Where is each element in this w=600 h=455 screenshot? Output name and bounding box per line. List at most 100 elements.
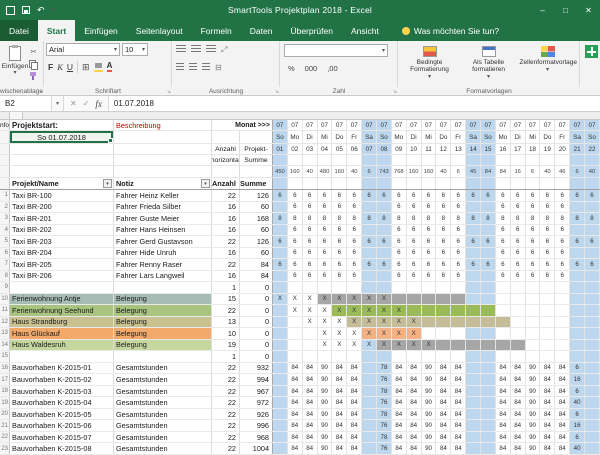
tab-formeln[interactable]: Formeln [192, 20, 241, 41]
gantt-cell[interactable]: 90 [318, 386, 333, 397]
font-color-button[interactable]: A [107, 62, 113, 72]
borders-button[interactable]: ⊞ [82, 62, 90, 73]
day-number-cell[interactable]: 05 [332, 144, 347, 154]
gantt-cell[interactable] [422, 282, 437, 293]
gantt-cell[interactable]: 84 [332, 374, 347, 385]
gantt-cell[interactable]: 6 [377, 190, 392, 201]
gantt-cell[interactable]: 90 [526, 420, 541, 431]
header-cell[interactable] [273, 155, 288, 165]
project-name-cell[interactable]: Taxi BR-203 [10, 236, 114, 247]
day-total-cell[interactable]: 6 [362, 166, 377, 177]
gantt-cell[interactable]: 6 [526, 190, 541, 201]
anzahl-cell[interactable]: 22 [212, 420, 240, 431]
row-number[interactable]: 20 [0, 409, 10, 420]
gantt-cell[interactable] [466, 317, 481, 328]
select-all-corner[interactable] [0, 112, 10, 119]
gantt-cell[interactable]: 84 [496, 443, 511, 454]
gantt-cell[interactable]: 6 [288, 225, 303, 236]
project-name-cell[interactable]: Bauvorhaben K-2015-02 [10, 374, 114, 385]
header-cell[interactable] [585, 155, 600, 165]
font-name-select[interactable]: Arial ▾ [46, 43, 120, 56]
gantt-cell[interactable] [585, 305, 600, 316]
gantt-cell[interactable] [526, 351, 541, 362]
gantt-cell[interactable] [570, 328, 585, 339]
notiz-cell[interactable]: Fahrer Hans Heinsen [114, 225, 212, 236]
gantt-cell[interactable] [570, 225, 585, 236]
header-cell[interactable] [466, 155, 481, 165]
day-name-cell[interactable]: Mo [392, 131, 407, 143]
minimize-button[interactable]: – [531, 0, 554, 20]
gantt-cell[interactable]: 84 [392, 397, 407, 408]
gantt-cell[interactable]: 6 [496, 248, 511, 259]
gantt-cell[interactable] [332, 282, 347, 293]
notiz-cell[interactable]: Fahrer Hide Unruh [114, 248, 212, 259]
gantt-cell[interactable]: 6 [288, 236, 303, 247]
gantt-cell[interactable] [585, 386, 600, 397]
gantt-cell[interactable]: 84 [332, 420, 347, 431]
gantt-cell[interactable]: 6 [526, 259, 541, 270]
day-name-cell[interactable]: So [273, 131, 288, 143]
gantt-cell[interactable]: 6 [540, 190, 555, 201]
gantt-cell[interactable]: 6 [570, 432, 585, 443]
gantt-cell[interactable] [511, 340, 526, 351]
row-number[interactable]: 7 [0, 259, 10, 270]
header-cell[interactable] [303, 178, 318, 189]
gantt-cell[interactable]: X [362, 340, 377, 351]
header-cell[interactable] [422, 178, 437, 189]
project-name-cell[interactable]: Ferienwohnung Seehund [10, 305, 114, 316]
day-number-cell[interactable]: 12 [436, 144, 451, 154]
gantt-cell[interactable]: 6 [362, 236, 377, 247]
gantt-cell[interactable]: 8 [318, 213, 333, 224]
gantt-cell[interactable] [481, 305, 496, 316]
row-number[interactable]: 13 [0, 328, 10, 339]
gantt-cell[interactable]: 84 [436, 386, 451, 397]
gantt-cell[interactable]: 6 [451, 236, 466, 247]
gantt-cell[interactable] [481, 282, 496, 293]
gantt-cell[interactable] [481, 363, 496, 374]
gantt-cell[interactable] [555, 294, 570, 305]
gantt-cell[interactable] [585, 328, 600, 339]
orientation-icon[interactable]: ⤢ [221, 45, 227, 55]
gantt-cell[interactable]: 6 [511, 236, 526, 247]
header-cell[interactable] [318, 155, 333, 165]
cell-styles-button[interactable]: Zellenformatvorlagen▾ [518, 43, 577, 85]
gantt-cell[interactable] [555, 317, 570, 328]
gantt-cell[interactable]: 6 [303, 259, 318, 270]
anzahl-cell[interactable]: 16 [212, 202, 240, 213]
gantt-cell[interactable]: X [318, 294, 333, 305]
summe-cell[interactable]: 972 [240, 397, 273, 408]
tell-me-box[interactable]: Was möchten Sie tun? [402, 20, 499, 41]
insert-function-icon[interactable]: fx [95, 99, 102, 109]
gantt-cell[interactable] [585, 340, 600, 351]
gantt-cell[interactable]: 6 [526, 271, 541, 282]
gantt-cell[interactable]: 84 [496, 409, 511, 420]
month-cell[interactable]: 07 [303, 120, 318, 130]
row-number[interactable]: 2 [0, 202, 10, 213]
gantt-cell[interactable] [466, 386, 481, 397]
row-number[interactable]: 21 [0, 420, 10, 431]
gantt-cell[interactable]: 6 [570, 190, 585, 201]
gantt-cell[interactable] [570, 202, 585, 213]
gantt-cell[interactable] [555, 340, 570, 351]
gantt-cell[interactable]: 6 [422, 236, 437, 247]
gantt-cell[interactable]: 90 [526, 409, 541, 420]
gantt-cell[interactable]: 90 [526, 374, 541, 385]
gantt-cell[interactable] [347, 282, 362, 293]
anzahl-cell[interactable]: 10 [212, 328, 240, 339]
gantt-cell[interactable]: 90 [526, 363, 541, 374]
gantt-cell[interactable] [466, 282, 481, 293]
gantt-cell[interactable]: X [362, 317, 377, 328]
day-number-cell[interactable]: 01 [273, 144, 288, 154]
gantt-cell[interactable]: 90 [422, 420, 437, 431]
gantt-cell[interactable]: 84 [288, 374, 303, 385]
gantt-cell[interactable]: X [303, 305, 318, 316]
gantt-cell[interactable]: 84 [392, 386, 407, 397]
day-number-cell[interactable]: 11 [422, 144, 437, 154]
gantt-cell[interactable]: 84 [303, 432, 318, 443]
gantt-cell[interactable]: 6 [422, 225, 437, 236]
gantt-cell[interactable]: X [377, 305, 392, 316]
gantt-cell[interactable] [318, 282, 333, 293]
gantt-cell[interactable]: 84 [407, 443, 422, 454]
gantt-cell[interactable]: 84 [540, 386, 555, 397]
gantt-cell[interactable]: 84 [288, 420, 303, 431]
